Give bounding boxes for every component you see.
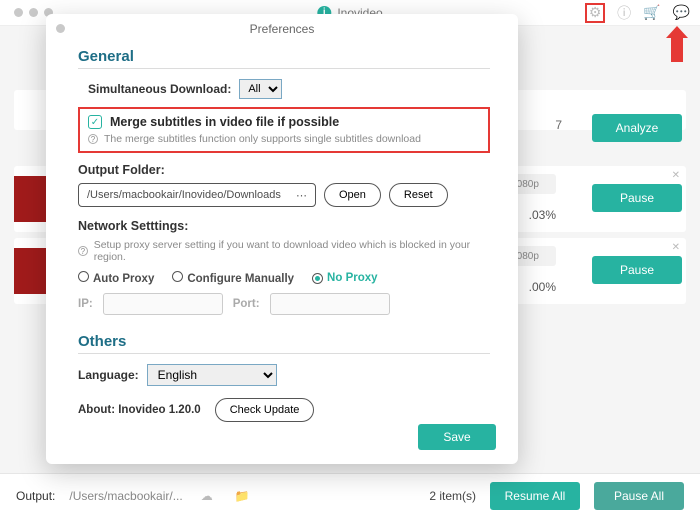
output-folder-value: /Users/macbookair/Inovideo/Downloads bbox=[87, 189, 281, 201]
reset-button[interactable]: Reset bbox=[389, 183, 448, 207]
pause-all-button[interactable]: Pause All bbox=[594, 482, 684, 510]
ellipsis-icon[interactable]: ⋯ bbox=[296, 189, 307, 202]
hint-icon: ? bbox=[78, 246, 88, 256]
about-label: About: Inovideo 1.20.0 bbox=[78, 404, 201, 416]
ip-input[interactable] bbox=[103, 293, 223, 315]
section-general: General bbox=[78, 48, 490, 69]
merge-subtitles-highlight: ✓ Merge subtitles in video file if possi… bbox=[78, 107, 490, 153]
items-count: 2 item(s) bbox=[429, 489, 476, 503]
simultaneous-download-select[interactable]: All bbox=[239, 79, 282, 99]
ip-label: IP: bbox=[78, 298, 93, 310]
pause-button[interactable]: Pause bbox=[592, 256, 682, 284]
save-button[interactable]: Save bbox=[418, 424, 496, 450]
progress-percent: .03% bbox=[529, 208, 556, 222]
network-settings-label: Network Setttings: bbox=[78, 219, 490, 233]
resume-all-button[interactable]: Resume All bbox=[490, 482, 580, 510]
pause-button[interactable]: Pause bbox=[592, 184, 682, 212]
proxy-manual-radio[interactable]: Configure Manually bbox=[172, 271, 294, 285]
dialog-close-icon[interactable] bbox=[56, 24, 65, 33]
cloud-icon[interactable]: ☁ bbox=[201, 489, 213, 503]
output-path: /Users/macbookair/... bbox=[69, 489, 182, 503]
language-select[interactable]: English bbox=[147, 364, 277, 386]
merge-subtitles-hint: The merge subtitles function only suppor… bbox=[104, 133, 421, 145]
hint-icon: ? bbox=[88, 134, 98, 144]
folder-icon[interactable]: 📁 bbox=[235, 489, 250, 503]
highlight-arrow bbox=[666, 26, 688, 66]
proxy-none-radio[interactable]: No Proxy bbox=[312, 272, 378, 284]
language-label: Language: bbox=[78, 368, 139, 382]
port-input[interactable] bbox=[270, 293, 390, 315]
preferences-dialog: Preferences General Simultaneous Downloa… bbox=[46, 14, 518, 464]
close-icon[interactable]: ✕ bbox=[672, 170, 680, 181]
network-settings-hint: Setup proxy server setting if you want t… bbox=[94, 239, 490, 263]
dialog-header: Preferences bbox=[46, 14, 518, 44]
settings-icon[interactable]: ⚙ bbox=[585, 3, 605, 23]
output-label: Output: bbox=[16, 489, 55, 503]
chat-icon[interactable]: 💬 bbox=[673, 4, 690, 21]
proxy-auto-radio[interactable]: Auto Proxy bbox=[78, 271, 154, 285]
progress-percent: .00% bbox=[529, 280, 556, 294]
info-icon[interactable]: ⓘ bbox=[617, 3, 631, 23]
port-label: Port: bbox=[233, 298, 260, 310]
output-folder-label: Output Folder: bbox=[78, 163, 490, 177]
url-trailing: 7 bbox=[555, 118, 562, 132]
merge-subtitles-checkbox[interactable]: ✓ bbox=[88, 115, 102, 129]
cart-icon[interactable]: 🛒 bbox=[643, 4, 660, 21]
footer-bar: Output: /Users/macbookair/... ☁ 📁 2 item… bbox=[0, 473, 700, 517]
close-icon[interactable]: ✕ bbox=[672, 242, 680, 253]
check-update-button[interactable]: Check Update bbox=[215, 398, 315, 422]
open-button[interactable]: Open bbox=[324, 183, 381, 207]
output-folder-field[interactable]: /Users/macbookair/Inovideo/Downloads ⋯ bbox=[78, 183, 316, 207]
simultaneous-download-label: Simultaneous Download: bbox=[88, 82, 231, 96]
analyze-button[interactable]: Analyze bbox=[592, 114, 682, 142]
dialog-title: Preferences bbox=[250, 22, 315, 36]
merge-subtitles-label: Merge subtitles in video file if possibl… bbox=[110, 115, 339, 129]
section-others: Others bbox=[78, 333, 490, 354]
